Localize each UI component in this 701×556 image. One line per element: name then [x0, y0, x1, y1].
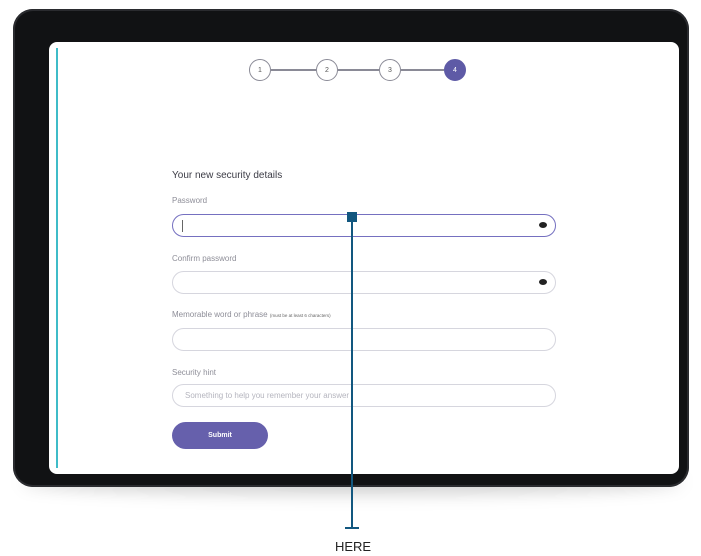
password-label: Password — [172, 196, 208, 205]
step-connector — [401, 69, 444, 71]
confirm-password-label: Confirm password — [172, 254, 237, 263]
form-title: Your new security details — [172, 170, 283, 181]
memorable-word-hint: (must be at least 6 characters) — [269, 313, 331, 318]
progress-stepper: 1 2 3 4 — [49, 42, 679, 102]
accent-line — [56, 48, 58, 468]
confirm-password-input[interactable] — [172, 271, 556, 294]
eye-icon[interactable] — [539, 222, 547, 228]
memorable-word-label: Memorable word or phrase (must be at lea… — [172, 310, 331, 319]
memorable-word-label-text: Memorable word or phrase — [172, 310, 268, 319]
step-3: 3 — [379, 59, 401, 81]
step-connector — [338, 69, 379, 71]
submit-button[interactable]: Submit — [172, 422, 268, 449]
security-hint-placeholder: Something to help you remember your answ… — [185, 391, 350, 400]
annotation-label: HERE — [334, 539, 372, 554]
annotation-marker — [347, 212, 357, 222]
step-2: 2 — [316, 59, 338, 81]
security-hint-input[interactable]: Something to help you remember your answ… — [172, 384, 556, 407]
step-connector — [271, 69, 316, 71]
annotation-pointer-line — [351, 222, 353, 528]
password-input[interactable] — [172, 214, 556, 237]
memorable-word-input[interactable] — [172, 328, 556, 351]
text-cursor — [182, 220, 183, 232]
eye-icon[interactable] — [539, 279, 547, 285]
step-4-current: 4 — [444, 59, 466, 81]
tablet-screen: 1 2 3 4 Your new security details Passwo… — [49, 42, 679, 474]
security-hint-label: Security hint — [172, 368, 217, 377]
annotation-pointer-cap — [345, 527, 359, 529]
step-1: 1 — [249, 59, 271, 81]
